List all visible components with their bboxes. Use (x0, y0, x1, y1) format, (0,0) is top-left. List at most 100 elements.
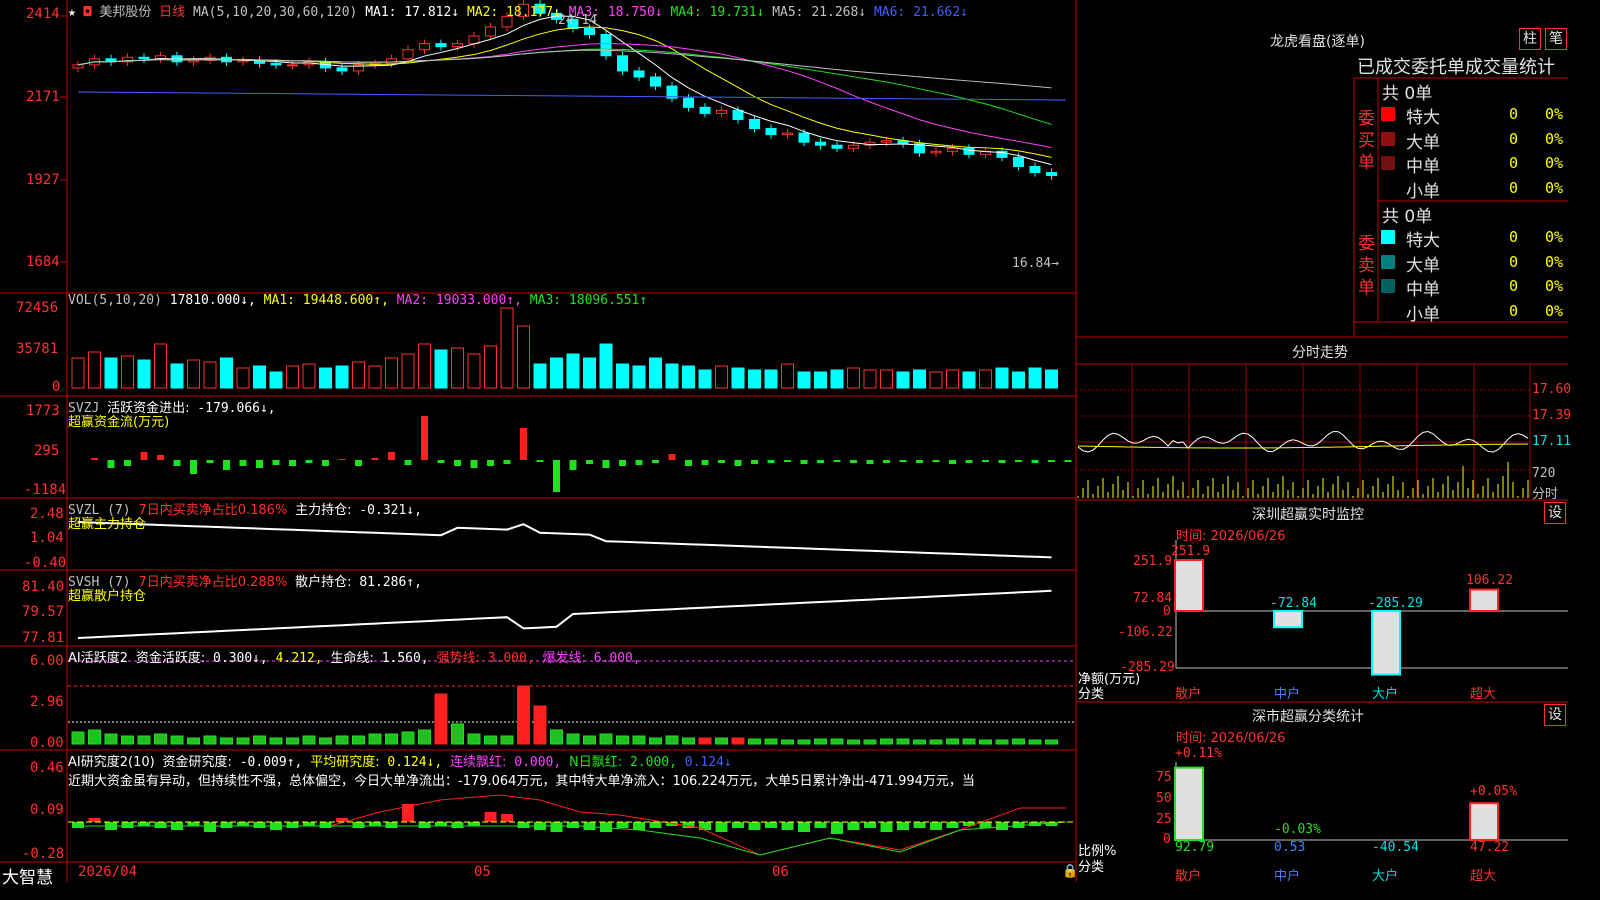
volume-bar (385, 357, 398, 389)
candle (287, 64, 298, 67)
money-flow-bar (718, 460, 725, 463)
money-flow-bar (322, 460, 329, 466)
class-settings-button[interactable]: 设 (1544, 704, 1566, 726)
candle (848, 144, 859, 149)
money-flow-bar (272, 460, 280, 465)
activity-bar (616, 735, 629, 745)
svzj-axis-1: 1773 (26, 403, 60, 419)
favorite-icon[interactable]: ◘ (84, 5, 92, 20)
monitor-settings-button[interactable]: 设 (1544, 502, 1566, 524)
money-flow-bar (899, 460, 907, 462)
activity-bar (1012, 738, 1025, 745)
volume-bar (418, 343, 431, 389)
money-flow-bar (305, 460, 313, 463)
ma-value-4: MA4: 19.731↓ (662, 5, 765, 20)
buy-swatch-3 (1381, 156, 1395, 170)
candle (881, 140, 892, 143)
volume-bar (401, 353, 415, 389)
research-bar (748, 822, 761, 830)
activity-bar (979, 739, 992, 745)
research-bar (781, 822, 794, 830)
activity-bar (896, 738, 910, 745)
activity-bar (632, 735, 646, 745)
sell-pct-3: 0% (1545, 277, 1564, 295)
money-flow-bar (668, 454, 676, 460)
buy-name-2: 大单 (1406, 132, 1440, 153)
volume-bar (995, 367, 1009, 389)
candle (650, 76, 661, 87)
volume-bar (896, 371, 910, 389)
candle (798, 132, 810, 143)
money-flow-bar (619, 460, 626, 466)
research-bar (451, 822, 464, 828)
volume-bar (946, 369, 959, 389)
money-flow-bar (371, 458, 379, 460)
volume-bar (170, 363, 184, 389)
candle (815, 141, 826, 146)
activity-bar (583, 735, 596, 745)
activity-bar (434, 693, 448, 745)
intraday-title: 分时走势 (1292, 345, 1348, 361)
volume-bar (863, 369, 877, 389)
volume-bar (484, 345, 497, 389)
volume-bar (979, 369, 992, 389)
activity-bar (220, 737, 233, 745)
volume-bar (550, 357, 563, 389)
ai-research-axis-2: 0.09 (30, 802, 64, 818)
svsh-axis-3: 77.81 (22, 630, 65, 646)
class-change-4: +0.05% (1470, 784, 1517, 799)
buy-count-3: 0 (1509, 154, 1519, 172)
period-label[interactable]: 日线 (159, 5, 185, 20)
money-flow-bar (404, 460, 412, 465)
research-bar (550, 822, 563, 832)
class-value-2: 0.53 (1274, 840, 1306, 855)
ma-values: MA1: 17.812↓ MA2: 18.177↓ MA3: 18.750↓ M… (365, 5, 968, 20)
date-axis-2: 05 (474, 864, 491, 880)
volume-bar (1012, 371, 1025, 389)
intraday-axis-1: 17.60 (1532, 382, 1572, 397)
volume-bar (302, 363, 316, 389)
activity-bar (566, 733, 580, 745)
tick-mode-button[interactable]: 笔 (1545, 28, 1567, 50)
money-flow-bar (470, 460, 478, 468)
intraday-vol-label: 分时 (1532, 487, 1559, 502)
candle (1029, 165, 1041, 174)
sell-total: 共 0单 (1382, 207, 1433, 227)
longhu-title: 龙虎看盘(逐单) (1270, 34, 1365, 50)
candle (732, 109, 744, 120)
money-flow-bar (256, 460, 263, 468)
bar-mode-button[interactable]: 柱 (1519, 28, 1541, 50)
ai-research-header: AI研究度2(10) 资金研究度: -0.009↑, 平均研究度: 0.124↓… (68, 755, 732, 770)
money-flow-bar (206, 460, 214, 463)
research-bar (616, 822, 629, 828)
intraday-axis-3: 17.11 (1532, 434, 1572, 449)
star-icon[interactable]: ★ (68, 5, 76, 20)
monitor-cat-3: 大户 (1372, 687, 1399, 702)
volume-bar (104, 357, 118, 389)
candle (452, 43, 463, 48)
activity-bar (847, 739, 860, 745)
volume-bar (566, 353, 580, 389)
lock-icon[interactable]: 🔒 (1062, 864, 1078, 879)
money-flow-bar (833, 460, 841, 462)
candle (1046, 172, 1057, 177)
intraday-vol-axis: 720 (1532, 466, 1556, 481)
buy-name-3: 中单 (1406, 157, 1440, 177)
volume-bar (137, 359, 151, 389)
candle (584, 27, 595, 36)
ai-activity-axis-3: 0.00 (30, 735, 64, 751)
research-bar (72, 822, 84, 828)
main-chart-canvas[interactable] (0, 0, 1568, 882)
intraday-axis-2: 17.39 (1532, 408, 1572, 423)
money-flow-bar (454, 460, 461, 466)
activity-bar (698, 737, 712, 745)
ma-value-5: MA5: 21.268↓ (764, 5, 867, 20)
volume-bar (451, 347, 464, 389)
buy-total: 共 0单 (1382, 84, 1433, 104)
sell-count-2: 0 (1509, 252, 1519, 271)
activity-bar (451, 723, 464, 745)
activity-bar (995, 739, 1009, 745)
volume-bar (962, 371, 976, 389)
volume-bar (236, 367, 250, 389)
volume-bar (434, 349, 448, 389)
